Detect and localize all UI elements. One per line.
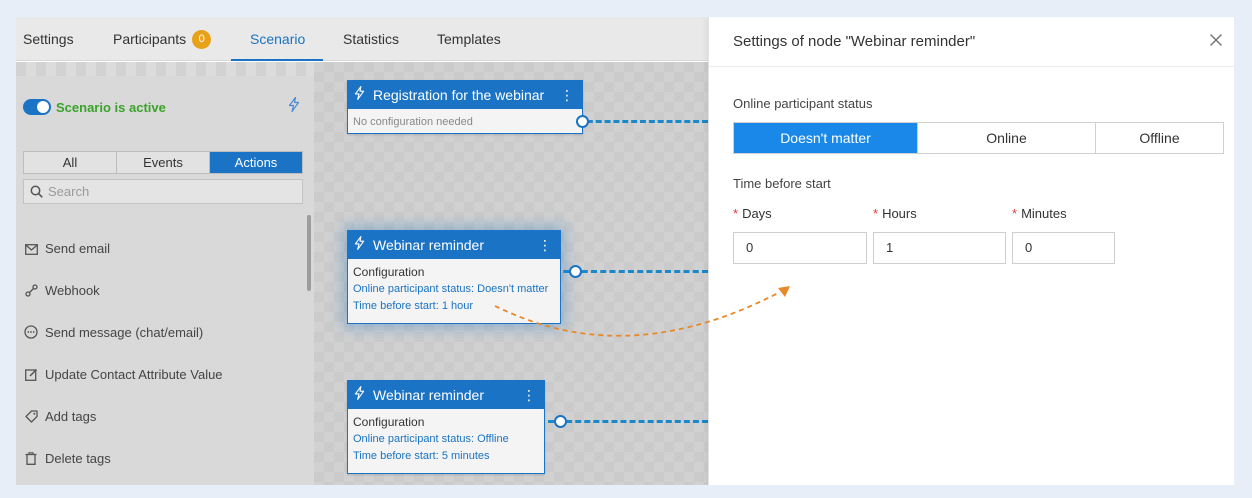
- node-subtitle: No configuration needed: [353, 116, 473, 128]
- node-settings-panel: Settings of node "Webinar reminder" Onli…: [708, 17, 1234, 485]
- more-vertical-icon[interactable]: ⋮: [538, 231, 552, 259]
- node-body: Configuration Online participant status:…: [348, 259, 560, 320]
- search-placeholder: Search: [48, 184, 90, 199]
- tab-statistics[interactable]: Statistics: [343, 17, 399, 61]
- action-add-tags[interactable]: Add tags: [23, 409, 96, 429]
- node-registration[interactable]: Registration for the webinar ⋮ No config…: [347, 80, 583, 134]
- hours-label-text: Hours: [882, 206, 917, 221]
- tab-settings[interactable]: Settings: [23, 17, 74, 61]
- actions-sidebar: Scenario is active All Events Actions Se…: [16, 62, 314, 485]
- scenario-active-toggle[interactable]: [23, 99, 51, 115]
- node-time-text: Time before start: 1 hour: [353, 300, 474, 312]
- node-header: Webinar reminder ⋮: [348, 231, 560, 259]
- tab-participants[interactable]: Participants 0: [113, 17, 212, 61]
- status-option-offline[interactable]: Offline: [1096, 123, 1223, 153]
- participants-count-badge: 0: [192, 29, 212, 49]
- action-label: Delete tags: [45, 451, 111, 466]
- mail-icon: [23, 241, 39, 256]
- search-input[interactable]: Search: [23, 179, 303, 204]
- node-body: Configuration Online participant status:…: [348, 409, 544, 470]
- app-window: Settings Participants 0 Scenario Statisti…: [16, 17, 1234, 485]
- days-input[interactable]: 0: [733, 232, 867, 264]
- action-delete-tags[interactable]: Delete tags: [23, 451, 111, 471]
- node-status-text: Online participant status: Offline: [353, 433, 509, 445]
- tab-label: Settings: [23, 31, 74, 47]
- action-label: Send message (chat/email): [45, 325, 204, 340]
- participant-status-radio-group: Doesn't matter Online Offline: [733, 122, 1224, 154]
- panel-title: Settings of node "Webinar reminder": [733, 33, 976, 50]
- action-label: Webhook: [45, 283, 100, 298]
- status-field-label: Online participant status: [733, 96, 873, 111]
- tab-label: Scenario: [250, 31, 306, 47]
- required-mark: *: [873, 206, 879, 221]
- node-webinar-reminder-selected[interactable]: Webinar reminder ⋮ Configuration Online …: [347, 230, 561, 324]
- required-mark: *: [733, 206, 739, 221]
- close-icon[interactable]: [1206, 30, 1226, 50]
- node-header: Webinar reminder ⋮: [348, 381, 544, 409]
- sidebar-scrollbar[interactable]: [307, 215, 311, 291]
- node-output-port[interactable]: [554, 415, 567, 428]
- node-output-port[interactable]: [576, 115, 589, 128]
- active-tab-indicator: [231, 59, 323, 61]
- days-label-text: Days: [742, 206, 772, 221]
- minutes-label: * Minutes: [1012, 206, 1067, 221]
- minutes-input[interactable]: 0: [1012, 232, 1115, 264]
- node-header: Registration for the webinar ⋮: [348, 81, 582, 109]
- status-option-online[interactable]: Online: [918, 123, 1096, 153]
- search-icon: [30, 185, 43, 198]
- status-option-doesnt-matter[interactable]: Doesn't matter: [734, 123, 918, 153]
- sidebar-top-pattern: [16, 62, 314, 76]
- node-title: Registration for the webinar: [373, 87, 545, 103]
- more-vertical-icon[interactable]: ⋮: [560, 81, 574, 109]
- tab-label: Templates: [437, 31, 501, 47]
- tab-templates[interactable]: Templates: [437, 17, 501, 61]
- action-send-email[interactable]: Send email: [23, 241, 110, 261]
- action-update-contact-attribute[interactable]: Update Contact Attribute Value: [23, 367, 223, 387]
- node-body: No configuration needed: [348, 109, 582, 136]
- more-vertical-icon[interactable]: ⋮: [522, 381, 536, 409]
- node-webinar-reminder[interactable]: Webinar reminder ⋮ Configuration Online …: [347, 380, 545, 474]
- lightning-icon[interactable]: [288, 96, 300, 115]
- days-label: * Days: [733, 206, 772, 221]
- hours-label: * Hours: [873, 206, 917, 221]
- filter-all-button[interactable]: All: [24, 152, 117, 173]
- tab-label: Participants: [113, 31, 187, 47]
- action-label: Send email: [45, 241, 111, 256]
- tab-label: Statistics: [343, 31, 400, 47]
- lightning-icon: [354, 231, 370, 259]
- chat-icon: [23, 325, 39, 340]
- node-status-text: Online participant status: Doesn't matte…: [353, 283, 549, 295]
- filter-actions-button[interactable]: Actions: [210, 152, 302, 173]
- scenario-status-label: Scenario is active: [56, 100, 166, 115]
- trash-icon: [23, 451, 39, 466]
- panel-header: Settings of node "Webinar reminder": [709, 17, 1234, 67]
- scenario-canvas[interactable]: Registration for the webinar ⋮ No config…: [314, 62, 708, 485]
- node-config-label: Configuration: [353, 265, 425, 279]
- action-filter-segmented: All Events Actions: [23, 151, 303, 174]
- hours-input[interactable]: 1: [873, 232, 1006, 264]
- tag-icon: [23, 409, 39, 424]
- tab-scenario[interactable]: Scenario: [250, 17, 305, 61]
- node-title: Webinar reminder: [373, 237, 485, 253]
- filter-events-button[interactable]: Events: [117, 152, 210, 173]
- action-label: Add tags: [45, 409, 97, 424]
- webhook-icon: [23, 283, 39, 298]
- node-title: Webinar reminder: [373, 387, 485, 403]
- minutes-label-text: Minutes: [1021, 206, 1067, 221]
- node-connection-line: [578, 120, 708, 123]
- node-config-label: Configuration: [353, 415, 425, 429]
- lightning-icon: [354, 81, 370, 109]
- action-send-message[interactable]: Send message (chat/email): [23, 325, 203, 345]
- action-webhook[interactable]: Webhook: [23, 283, 100, 303]
- action-label: Update Contact Attribute Value: [45, 367, 223, 382]
- required-mark: *: [1012, 206, 1018, 221]
- node-time-text: Time before start: 5 minutes: [353, 450, 490, 462]
- node-output-port[interactable]: [569, 265, 582, 278]
- tab-bar: Settings Participants 0 Scenario Statisti…: [16, 17, 708, 61]
- time-before-start-label: Time before start: [733, 176, 831, 191]
- edit-icon: [23, 367, 39, 382]
- lightning-icon: [354, 381, 370, 409]
